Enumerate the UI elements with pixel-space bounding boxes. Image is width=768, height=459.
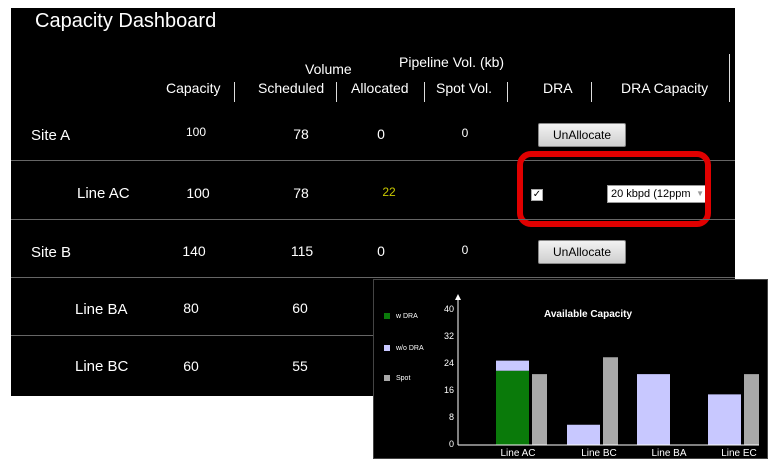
bar-w-o-dra-line-ec <box>708 394 741 445</box>
cell-allocated-highlight: 22 <box>382 185 396 199</box>
unallocate-button[interactable]: UnAllocate <box>538 123 626 147</box>
header-spot-vol: Spot Vol. <box>436 80 493 96</box>
highlight-box <box>517 151 711 227</box>
y-axis-arrow <box>455 294 461 300</box>
x-tick-label: Line AC <box>500 448 536 459</box>
row-divider <box>11 219 735 220</box>
header-separator <box>591 82 592 102</box>
header-separator <box>729 54 730 102</box>
header-allocated: Allocated <box>351 80 409 96</box>
header-separator <box>507 82 508 102</box>
row-label-site-b: Site B <box>31 244 72 261</box>
bar-w-o-dra-line-ac <box>496 360 529 371</box>
row-label-site-a: Site A <box>31 127 71 144</box>
cell-scheduled: 78 <box>293 185 309 201</box>
bar-spot-line-ec <box>744 374 759 445</box>
cell-spot: 0 <box>461 243 469 257</box>
cell-allocated: 0 <box>377 126 385 142</box>
cell-capacity: 60 <box>183 358 199 374</box>
bar-spot-line-ac <box>532 374 547 445</box>
bar-w-dra-line-ac <box>496 370 529 445</box>
cell-capacity: 140 <box>182 243 206 259</box>
x-tick-label: Line BA <box>651 448 687 459</box>
header-dra-capacity: DRA Capacity <box>621 80 709 96</box>
page-title: Capacity Dashboard <box>35 10 217 32</box>
header-pipeline-vol: Pipeline Vol. (kb) <box>399 54 505 70</box>
bar-w-o-dra-line-bc <box>567 424 600 445</box>
bar-spot-line-bc <box>603 357 618 445</box>
header-volume: Volume <box>305 61 352 77</box>
cell-scheduled: 55 <box>292 358 308 374</box>
header-separator <box>234 82 235 102</box>
chart-plot <box>455 294 759 446</box>
row-label-line-bc: Line BC <box>75 358 129 375</box>
x-tick-label: Line EC <box>721 448 757 459</box>
bar-w-o-dra-line-ba <box>637 374 670 445</box>
header-capacity: Capacity <box>166 80 221 96</box>
row-divider <box>11 277 735 278</box>
cell-allocated: 0 <box>377 243 385 259</box>
cell-capacity: 80 <box>183 300 199 316</box>
x-tick-label: Line BC <box>581 448 617 459</box>
cell-scheduled: 78 <box>293 126 309 142</box>
cell-capacity: 100 <box>186 185 210 201</box>
available-capacity-chart-panel: w DRA w/o DRA Spot Available Capacity 40… <box>373 279 768 459</box>
cell-spot: 0 <box>461 126 469 140</box>
header-separator <box>424 82 425 102</box>
cell-capacity: 100 <box>185 125 207 139</box>
unallocate-button[interactable]: UnAllocate <box>538 240 626 264</box>
cell-scheduled: 115 <box>290 243 314 259</box>
row-label-line-ba: Line BA <box>75 301 128 318</box>
header-dra: DRA <box>543 80 573 96</box>
row-label-line-ac: Line AC <box>77 185 130 202</box>
header-scheduled: Scheduled <box>258 80 325 96</box>
cell-scheduled: 60 <box>292 300 308 316</box>
header-separator <box>336 82 337 102</box>
